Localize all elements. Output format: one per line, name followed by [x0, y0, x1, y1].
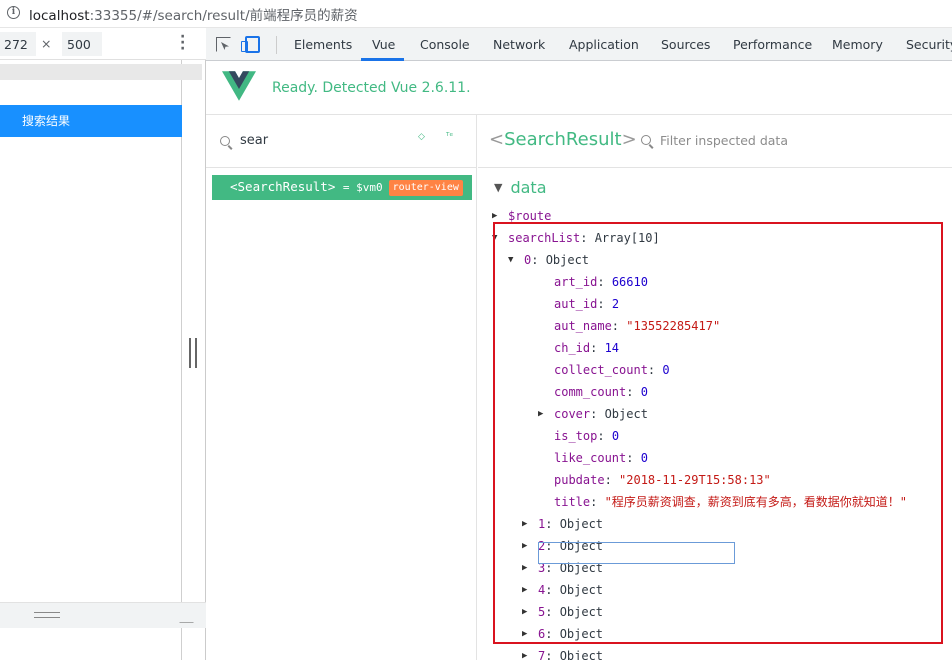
vue-logo-icon: [222, 71, 256, 101]
vue-devtools-header: Ready. Detected Vue 2.6.11.: [206, 61, 952, 115]
height-input[interactable]: 500: [67, 37, 91, 52]
search-icon: [220, 136, 230, 146]
tab-network[interactable]: Network: [493, 37, 545, 52]
inspect-element-icon[interactable]: [216, 37, 231, 52]
filter-inspected-data-input[interactable]: Filter inspected data: [660, 133, 788, 148]
data-section-header[interactable]: ▼ data: [494, 178, 547, 197]
router-view-badge: router-view: [388, 180, 463, 196]
address-bar[interactable]: i localhost:33355/#/search/result/前端程序员的…: [0, 0, 952, 28]
filter-search-icon: [641, 135, 651, 145]
device-toolbar: 272 × 500 · · ·: [0, 28, 206, 60]
select-component-icon[interactable]: ◇: [418, 132, 425, 142]
page-viewport: 搜索结果: [0, 60, 202, 660]
expand-triangle-icon: ▶: [522, 651, 528, 660]
component-tree-item-searchresult[interactable]: <SearchResult> = $vm0 router-view: [212, 175, 472, 200]
tab-security[interactable]: Security: [906, 37, 952, 52]
component-vm-ref: = $vm0: [342, 181, 383, 194]
tab-application[interactable]: Application: [569, 37, 639, 52]
device-emulation-pane: 272 × 500 · · · 搜索结果: [0, 28, 207, 660]
info-icon[interactable]: i: [7, 6, 20, 19]
tab-performance[interactable]: Performance: [733, 37, 812, 52]
times-label: ×: [41, 36, 52, 51]
width-input[interactable]: 272: [4, 37, 28, 52]
url-text[interactable]: localhost:33355/#/search/result/前端程序员的薪资: [29, 4, 358, 24]
tree-row-item-7[interactable]: ▶ 7: Object: [522, 645, 603, 660]
tab-vue[interactable]: Vue: [372, 37, 395, 52]
devtools-tab-bar: Elements Vue Console Network Application…: [206, 28, 952, 61]
tab-separator: [276, 36, 277, 54]
tab-elements[interactable]: Elements: [294, 37, 352, 52]
vertical-resize-grip-icon[interactable]: [189, 338, 197, 368]
tab-sources[interactable]: Sources: [661, 37, 710, 52]
highlight-annotation-box: [493, 222, 943, 644]
tab-memory[interactable]: Memory: [832, 37, 883, 52]
data-section-title: data: [510, 178, 547, 197]
resize-handle-icon[interactable]: [34, 612, 60, 618]
more-vert-icon[interactable]: · · ·: [180, 30, 188, 56]
component-name: <SearchResult>: [230, 179, 336, 194]
components-pane: sear ◇ ᵀᵉ <SearchResult> = $vm0 router-vi…: [206, 115, 477, 660]
viewport-resize-bar[interactable]: [0, 602, 207, 628]
resize-corner-icon[interactable]: [179, 609, 207, 623]
collapse-triangle-icon: ▼: [494, 181, 503, 194]
vue-detected-text: Ready. Detected Vue 2.6.11.: [272, 80, 471, 96]
component-search-bar[interactable]: sear ◇ ᵀᵉ: [206, 115, 477, 168]
url-path: :33355/#/search/result/前端程序员的薪资: [89, 8, 358, 24]
device-toggle-icon[interactable]: [241, 36, 260, 53]
tab-console[interactable]: Console: [420, 37, 470, 52]
component-search-input[interactable]: sear: [240, 133, 268, 148]
page-top-bar: [0, 64, 202, 80]
menu-item-search-result[interactable]: 搜索结果: [0, 105, 182, 137]
url-host: localhost: [29, 8, 90, 24]
format-names-icon[interactable]: ᵀᵉ: [446, 132, 453, 142]
selected-component-title: <SearchResult>: [489, 129, 637, 150]
state-inspector-header: <SearchResult> Filter inspected data: [478, 115, 952, 168]
